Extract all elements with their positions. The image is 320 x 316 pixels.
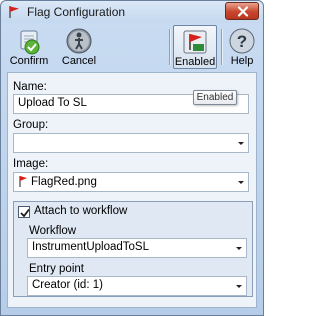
enabled-icon — [181, 28, 209, 59]
svg-text:?: ? — [237, 32, 247, 51]
entry-point-dropdown[interactable]: Creator (id: 1) — [27, 276, 247, 296]
image-value: FlagRed.png — [31, 176, 97, 188]
attach-to-workflow-checkbox[interactable] — [18, 206, 30, 218]
help-label: Help — [230, 55, 254, 67]
workflow-value: InstrumentUploadToSL — [32, 241, 149, 253]
window-title: Flag Configuration — [27, 5, 126, 19]
confirm-button[interactable]: Confirm — [7, 25, 51, 69]
group-label: Group: — [13, 119, 49, 131]
toolbar-separator — [221, 29, 222, 65]
cancel-label: Cancel — [61, 55, 97, 67]
toolbar-separator — [169, 29, 170, 65]
group-dropdown[interactable] — [13, 133, 249, 153]
attach-to-workflow-label: Attach to workflow — [34, 205, 128, 217]
enabled-label: Enabled — [174, 56, 216, 68]
cancel-icon — [65, 27, 93, 58]
red-flag-icon — [18, 175, 28, 190]
enabled-tooltip: Enabled — [193, 90, 237, 105]
image-dropdown[interactable]: FlagRed.png — [13, 172, 249, 192]
flag-icon — [7, 5, 21, 19]
name-value: Upload To SL — [18, 97, 87, 109]
help-icon: ? — [228, 27, 256, 58]
checkmark-icon — [20, 208, 30, 218]
title-bar: Flag Configuration — [1, 1, 263, 23]
chevron-down-icon — [236, 285, 242, 288]
chevron-down-icon — [238, 142, 244, 145]
workflow-dropdown[interactable]: InstrumentUploadToSL — [27, 238, 247, 258]
flag-configuration-window: Flag Configuration Confirm Cancel Enable… — [0, 0, 264, 316]
entry-point-label: Entry point — [29, 263, 84, 275]
entry-point-value: Creator (id: 1) — [32, 279, 103, 291]
toolbar: Confirm Cancel Enabled ? Help — [5, 23, 259, 71]
close-icon — [237, 6, 249, 17]
enabled-button[interactable]: Enabled — [173, 25, 217, 69]
confirm-label: Confirm — [9, 55, 49, 67]
confirm-icon — [15, 27, 43, 58]
chevron-down-icon — [238, 181, 244, 184]
image-label: Image: — [13, 158, 49, 170]
close-button[interactable] — [225, 2, 259, 20]
workflow-label: Workflow — [29, 225, 77, 237]
cancel-button[interactable]: Cancel — [57, 25, 101, 69]
chevron-down-icon — [236, 247, 242, 250]
name-label: Name: — [13, 81, 47, 93]
help-button[interactable]: ? Help — [225, 25, 259, 69]
